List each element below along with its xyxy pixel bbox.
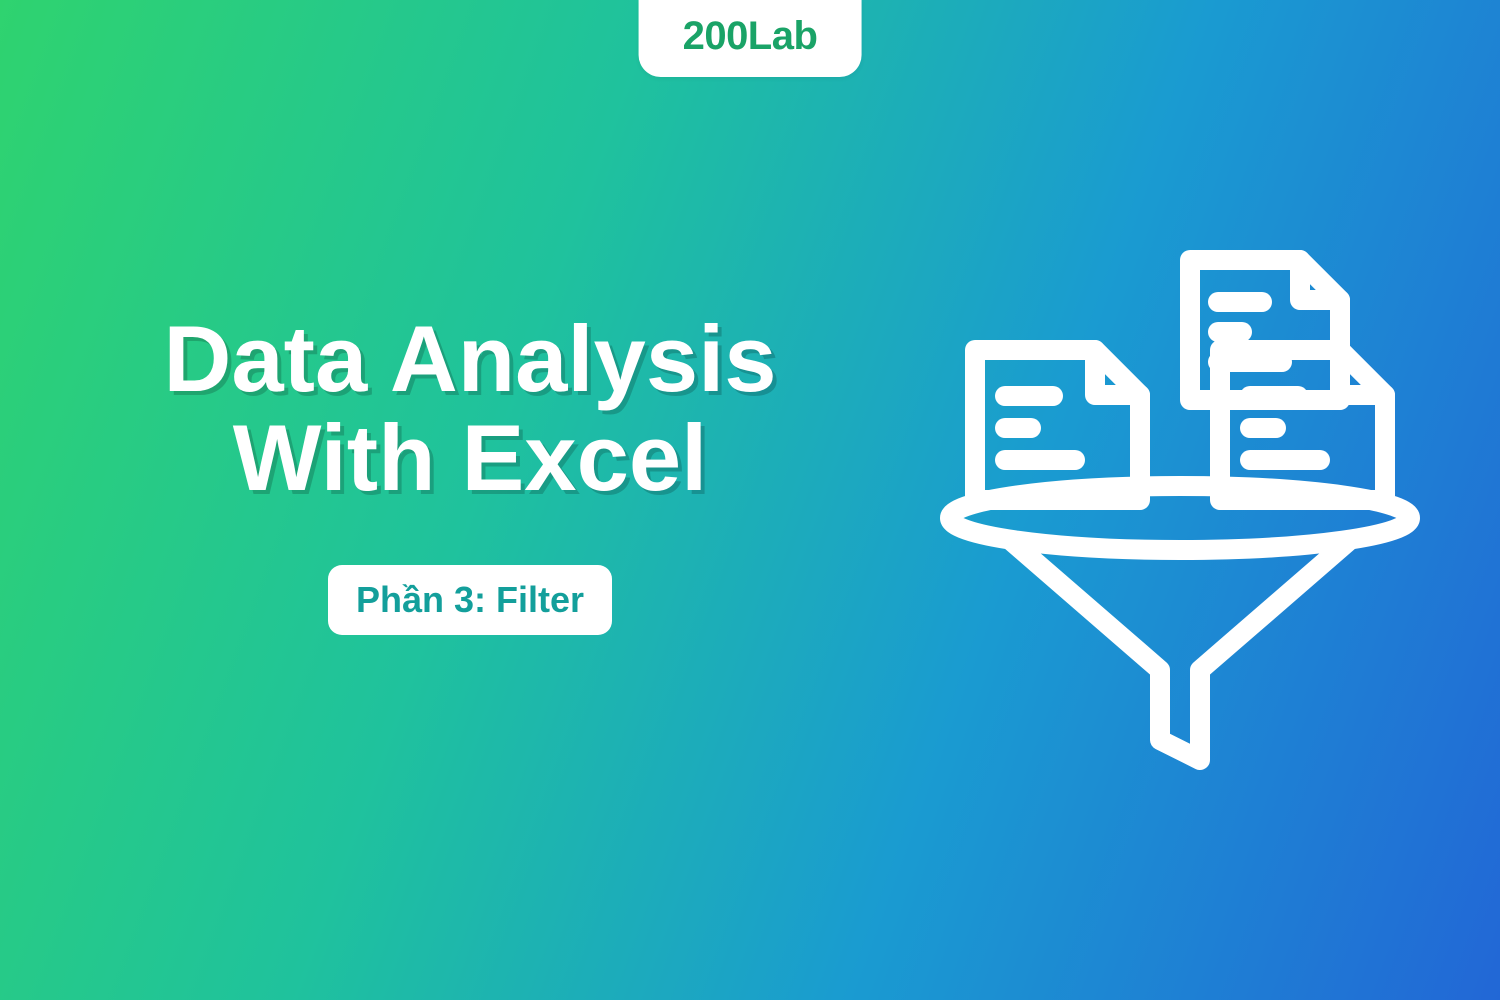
headline-line-1: Data Analysis — [90, 310, 850, 409]
promo-card: 200Lab Data Analysis With Excel Phần 3: … — [0, 0, 1500, 1000]
logo-badge: 200Lab — [639, 0, 862, 77]
logo-text: 200Lab — [683, 14, 818, 59]
subtitle-pill: Phần 3: Filter — [328, 565, 612, 635]
headline-line-2: With Excel — [90, 409, 850, 508]
headline: Data Analysis With Excel — [90, 310, 850, 507]
subtitle-text: Phần 3: Filter — [356, 579, 584, 620]
left-text-block: Data Analysis With Excel Phần 3: Filter — [90, 310, 850, 635]
funnel-documents-icon — [920, 240, 1440, 800]
